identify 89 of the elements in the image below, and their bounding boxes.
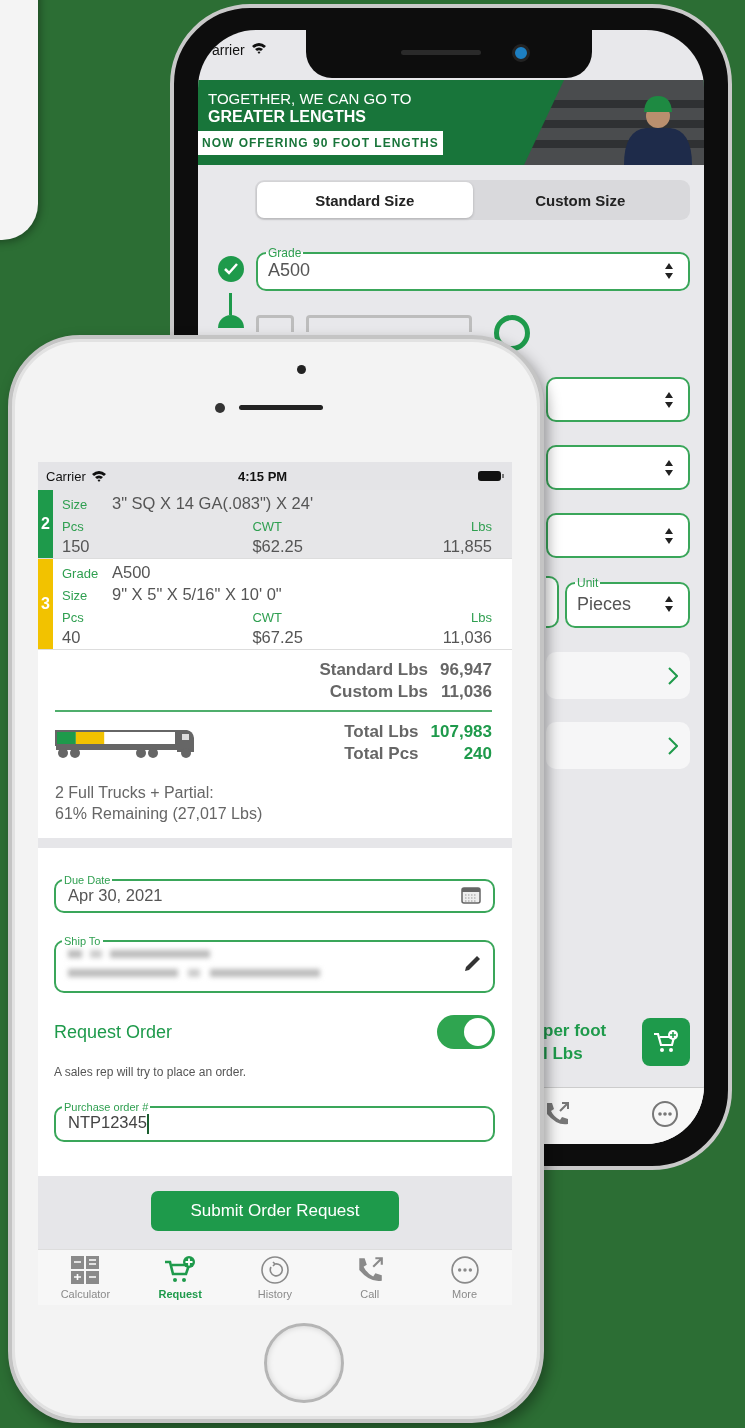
column-label: Lbs — [470, 609, 492, 627]
request-order-title: Request Order — [54, 1021, 173, 1043]
column-label: Pcs — [62, 609, 85, 627]
field-label: Due Date — [63, 874, 112, 886]
cart-plus-icon — [164, 1255, 197, 1285]
summary-text: l Lbs — [543, 1043, 584, 1065]
camera-dot — [297, 365, 306, 374]
status-time: 4:15 PM — [238, 468, 288, 484]
select-field[interactable] — [546, 513, 690, 558]
column-label: CWT — [252, 609, 283, 627]
more-icon[interactable] — [651, 1100, 679, 1128]
field-label: Grade — [62, 566, 100, 581]
field-value: Pieces — [577, 593, 632, 615]
battery-icon — [478, 470, 504, 482]
segment-tab[interactable]: Standard Size — [257, 182, 473, 218]
wifi-icon — [90, 470, 107, 482]
pieces-value: 40 — [62, 627, 82, 647]
input-field[interactable] — [546, 576, 559, 628]
chevron-right-icon — [668, 736, 678, 755]
up-down-icon — [664, 261, 674, 280]
field-value: 9" X 5" X 5/16" X 10' 0" — [112, 585, 282, 604]
field-label: Unit — [576, 576, 600, 590]
field-label: Purchase order # — [63, 1101, 150, 1113]
summary-text: per foot — [543, 1020, 607, 1042]
tab-bar-item[interactable]: History — [235, 1255, 315, 1300]
field-value: Apr 30, 2021 — [68, 886, 163, 905]
weight-value: 11,036 — [442, 627, 492, 647]
cart-plus-icon — [653, 1030, 679, 1054]
up-down-icon — [664, 595, 674, 613]
submit-button[interactable]: Submit Order Request — [151, 1190, 399, 1231]
load-note: 61% Remaining (27,017 Lbs) — [55, 804, 264, 824]
pieces-value: 150 — [62, 536, 91, 556]
total-label: Custom Lbs — [328, 682, 428, 702]
total-label: Total Lbs — [344, 722, 419, 742]
wifi-icon — [250, 42, 267, 54]
field-value: 3" SQ X 14 GA(.083") X 24' — [112, 494, 314, 513]
column-label: Pcs — [62, 518, 85, 536]
up-down-icon — [664, 390, 674, 409]
total-label: Total Pcs — [344, 744, 419, 764]
total-label: Standard Lbs — [319, 660, 428, 680]
pencil-icon — [463, 955, 481, 973]
history-icon — [260, 1255, 290, 1285]
total-value: 240 — [462, 744, 492, 764]
load-note: 2 Full Trucks + Partial: — [55, 783, 215, 803]
weight-value: 11,855 — [442, 536, 492, 556]
calendar-icon — [461, 887, 481, 904]
banner-tagline: NOW OFFERING 90 FOOT LENGTHS — [198, 131, 443, 155]
field-label: Size — [62, 588, 89, 603]
address-field[interactable]: Ship To — [54, 935, 495, 993]
tab-bar-item[interactable]: Call — [329, 1255, 410, 1300]
total-value: 107,983 — [430, 722, 492, 742]
grade-select[interactable]: Grade A500 — [256, 246, 690, 291]
select-field[interactable] — [546, 377, 690, 422]
more-icon — [449, 1255, 480, 1285]
tab-bar-item[interactable]: Request — [140, 1255, 221, 1300]
field-label: Ship To — [63, 935, 102, 947]
line-number-tag: 3 — [38, 559, 53, 649]
price-value: $62.25 — [252, 536, 304, 556]
segment-tab[interactable]: Custom Size — [472, 182, 688, 218]
chevron-right-icon — [668, 666, 678, 685]
calculator-icon — [70, 1255, 101, 1285]
carrier-label: arrier — [212, 42, 245, 58]
up-down-icon — [664, 458, 674, 477]
carrier-label: Carrier — [46, 468, 86, 484]
field-label: Size — [62, 497, 89, 512]
select-field[interactable] — [546, 445, 690, 490]
total-value: 11,036 — [440, 682, 492, 702]
banner-headline: GREATER LENGTHS — [208, 108, 367, 126]
sensor-dot — [215, 403, 225, 413]
field-value: A500 — [112, 563, 151, 582]
purchase-order-field[interactable]: Purchase order # NTP12345 — [54, 1101, 495, 1142]
banner-headline: TOGETHER, WE CAN GO TO — [208, 90, 413, 108]
line-number-tag: 2 — [38, 490, 53, 558]
field-value: NTP12345 — [68, 1113, 149, 1134]
tab-bar-item[interactable]: Calculator — [45, 1255, 126, 1300]
total-value: 96,947 — [440, 660, 492, 680]
tab-bar-item[interactable]: More — [424, 1255, 505, 1300]
request-order-hint: A sales rep will try to place an order. — [54, 1065, 248, 1079]
up-down-icon — [664, 526, 674, 545]
price-value: $67.25 — [252, 627, 304, 647]
add-to-cart-button[interactable] — [642, 1018, 690, 1066]
field-value: A500 — [268, 260, 311, 281]
field-label: Grade — [267, 246, 303, 260]
date-field[interactable]: Due Date Apr 30, 2021 — [54, 874, 495, 913]
column-label: Lbs — [470, 518, 492, 536]
column-label: CWT — [252, 518, 283, 536]
skeleton-field — [256, 315, 294, 332]
unit-select[interactable]: Unit Pieces — [565, 576, 690, 628]
toggle-switch[interactable] — [437, 1015, 495, 1049]
